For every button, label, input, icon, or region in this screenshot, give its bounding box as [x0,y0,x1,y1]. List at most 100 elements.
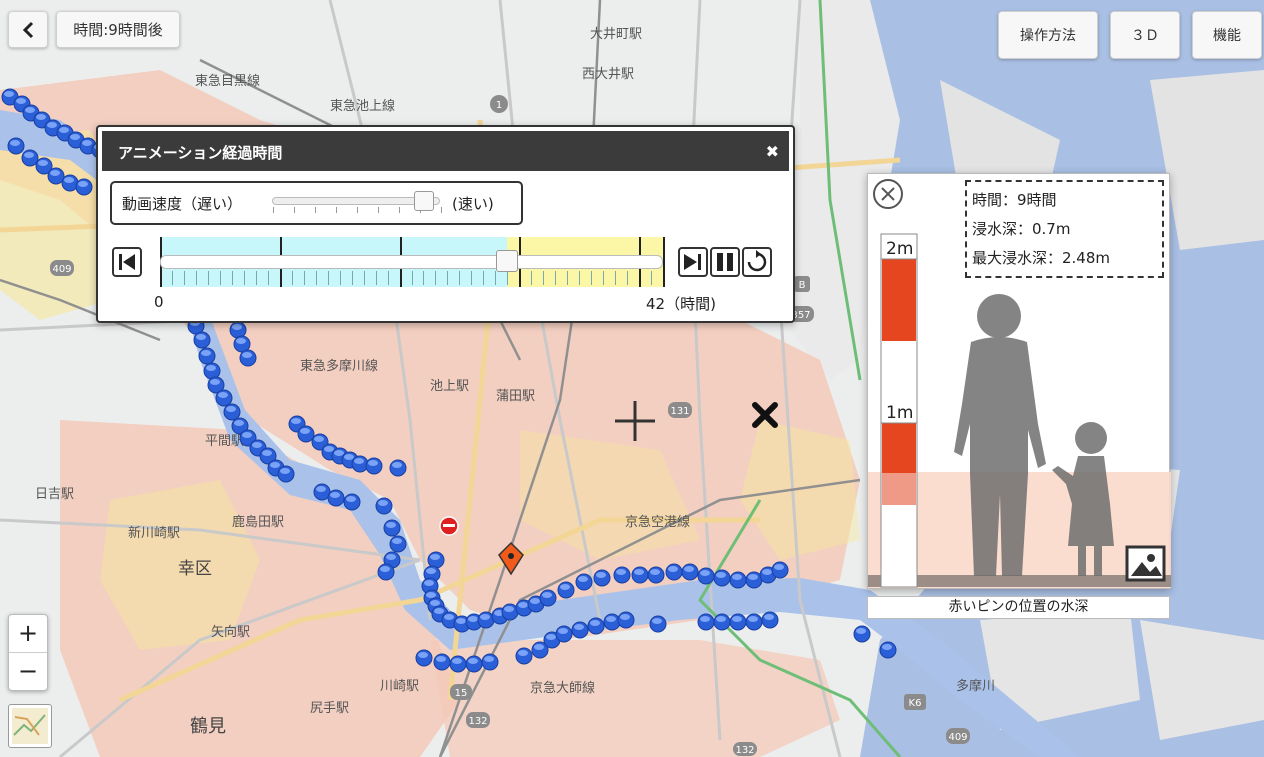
timeline-tick [579,271,581,285]
flood-point-marker-highlight [346,496,356,502]
svg-text:132: 132 [735,745,754,756]
skip-end-button[interactable] [678,247,708,277]
chevron-left-icon [22,21,34,38]
map-label: 東急目黒線 [195,73,260,89]
zoom-out-button[interactable]: − [9,653,47,691]
route-shield: 15 [450,684,472,700]
speed-slider[interactable] [272,191,442,213]
info-depth: 浸水深：0.7m [972,220,1071,238]
timeline-tick [291,271,293,285]
timeline-tick [171,271,173,285]
flood-point-marker-highlight [882,644,892,650]
map-label: 尻手駅 [310,701,349,716]
flood-point-marker-highlight [748,574,758,580]
timeline-tick [591,271,593,285]
flood-point-marker-highlight [560,584,570,590]
flood-point-marker-highlight [36,114,46,120]
flood-point-marker-highlight [4,91,14,97]
timeline-tick [267,271,269,285]
layer-button[interactable] [8,704,52,748]
skip-end-icon [684,254,701,270]
flood-point-marker-highlight [716,616,726,622]
timeline-slider[interactable] [160,237,665,287]
flood-point-marker-highlight [234,420,244,426]
route-shield: 1 [490,95,508,113]
back-button[interactable] [8,11,48,48]
flood-point-marker-highlight [578,576,588,582]
flood-point-marker-highlight [262,450,272,456]
close-icon[interactable]: ✖ [766,142,779,161]
flood-point-marker-highlight [300,428,310,434]
flood-point-marker-highlight [25,107,35,113]
timeline-start-label: 0 [154,293,164,311]
flood-point-marker-highlight [70,134,80,140]
flood-point-marker-highlight [78,181,88,187]
flood-point-marker-highlight [316,486,326,492]
operation-button[interactable]: 操作方法 [998,11,1098,59]
flood-point-marker-highlight [434,608,444,614]
map-label: 新川崎駅 [128,525,180,541]
flood-point-marker-highlight [456,618,466,624]
flood-point-marker-highlight [856,628,866,634]
flood-point-marker-highlight [380,566,390,572]
panel-title: アニメーション経過時間 [118,144,283,162]
flood-point-marker-highlight [386,522,396,528]
speed-tick [294,207,295,213]
3d-button[interactable]: ３Ｄ [1110,11,1180,59]
map-layer-icon [12,708,48,744]
flood-point-marker-highlight [436,656,446,662]
route-shield: B [794,276,810,292]
flood-point-marker-highlight [330,492,340,498]
timeline-tick [627,271,629,285]
replay-button[interactable] [742,247,772,277]
speed-slider-thumb[interactable] [414,191,435,211]
flood-point-marker-highlight [546,634,556,640]
circle-close-icon[interactable] [873,179,903,209]
timeline-tick [339,271,341,285]
svg-text:409: 409 [52,264,71,275]
flood-point-marker-highlight [314,436,324,442]
flood-point-marker-highlight [700,616,710,622]
timeline-tick [363,271,365,285]
flood-point-marker-highlight [50,170,60,176]
flood-point-marker-highlight [596,572,606,578]
image-icon[interactable] [1125,545,1166,582]
svg-text:1: 1 [496,100,502,111]
flood-point-marker-highlight [652,618,662,624]
svg-text:132: 132 [468,716,487,727]
timeline-thumb[interactable] [496,250,519,272]
route-shield: K6 [904,694,926,710]
timeline-tick [483,271,485,285]
map-label: 平間駅 [205,434,244,449]
rewind-button[interactable] [112,247,142,277]
zoom-in-button[interactable]: + [9,615,47,653]
timeline-tick [459,271,461,285]
flood-point-marker-highlight [518,650,528,656]
map-label: 東急池上線 [330,98,395,114]
map-label: 川崎駅 [380,679,419,694]
timeline-major-tick [663,237,665,287]
flood-point-marker-highlight [47,122,57,128]
flood-point-marker-highlight [386,554,396,560]
depth-info-box: 時間：9時間 浸水深：0.7m 最大浸水深：2.48m [965,180,1164,278]
flood-point-marker-highlight [616,569,626,575]
flood-point-marker-highlight [530,598,540,604]
red-pin-icon[interactable] [439,516,459,536]
pause-button[interactable] [710,247,740,277]
flood-point-marker-highlight [452,658,462,664]
flood-point-marker-highlight [444,614,454,620]
flood-point-marker-highlight [210,379,220,385]
flood-point-marker-highlight [590,620,600,626]
route-shield: 132 [466,712,490,728]
map-label: 多摩川 [956,678,995,694]
flood-point-marker-highlight [468,616,478,622]
timeline-tick [327,271,329,285]
map-label: 矢向駅 [211,624,250,640]
flood-point-marker-highlight [430,554,440,560]
route-shield: 409 [50,260,74,276]
timeline-tick [207,271,209,285]
function-button[interactable]: 機能 [1192,11,1262,59]
flood-point-marker-highlight [620,614,630,620]
flood-point-marker-highlight [16,98,26,104]
animation-panel: アニメーション経過時間 ✖ 動画速度（遅い） (速い) 0 42（時間) [96,125,795,323]
